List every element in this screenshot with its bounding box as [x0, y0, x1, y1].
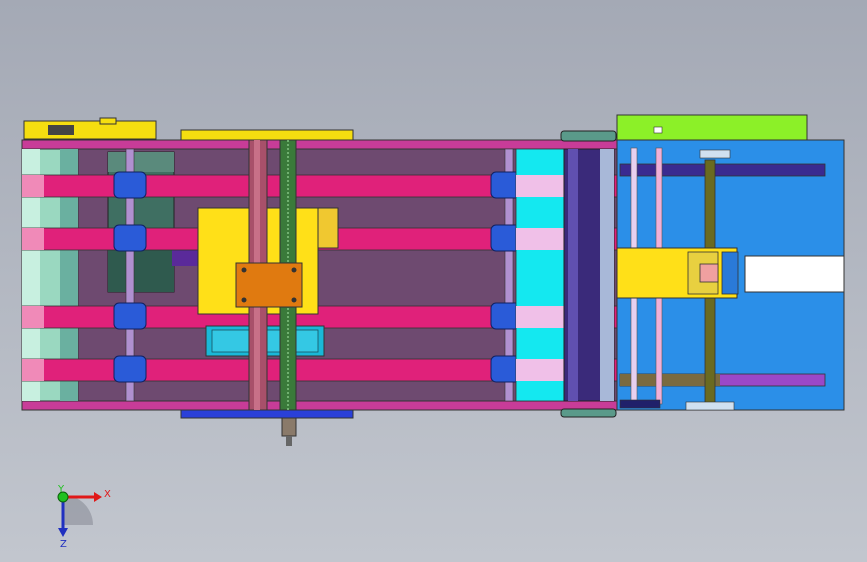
panel-bar-top — [619, 163, 826, 177]
frame-top-rail — [21, 139, 618, 150]
screw-end-stub — [281, 417, 297, 437]
bolt-icon — [241, 267, 247, 273]
x-arrow-head-icon — [94, 492, 102, 502]
x-axis-label: X — [104, 489, 111, 500]
right-roller-edge — [600, 149, 614, 401]
left-top-bracket-tab — [99, 117, 117, 125]
bolt-icon — [241, 297, 247, 303]
frame-bottom-rail — [21, 400, 618, 411]
cyan-zone-belt-1 — [516, 175, 564, 197]
left-clamp-2 — [113, 224, 147, 252]
belt-lane-4-roller-wrap — [22, 359, 44, 381]
drive-motor-cap — [108, 152, 174, 172]
side-carriage-pad — [699, 263, 719, 283]
belt-lane-1-roller-wrap — [22, 175, 44, 197]
left-top-bracket-slot — [48, 125, 74, 135]
right-roller-cap-bottom — [560, 408, 617, 418]
bottom-left-fitting — [619, 399, 661, 409]
cyan-zone-belt-2 — [516, 228, 564, 250]
motor-coupling — [172, 250, 198, 266]
left-clamp-4 — [113, 355, 147, 383]
drive-motor-base — [108, 248, 174, 292]
y-axis-label: Y — [57, 484, 65, 495]
left-clamp-3 — [113, 302, 147, 330]
bolt-icon — [291, 267, 297, 273]
conveyor-assembly[interactable] — [21, 117, 618, 446]
coordinate-triad: X Y Z — [57, 484, 111, 550]
side-white-plate — [744, 255, 845, 293]
side-carriage — [616, 247, 738, 299]
cad-viewport[interactable]: X Y Z — [0, 0, 867, 562]
right-roller-cap-top — [560, 130, 617, 142]
screw-end-pin — [286, 436, 292, 446]
z-axis-label: Z — [60, 539, 67, 550]
top-fitting — [699, 149, 731, 159]
left-top-bracket — [23, 120, 157, 140]
bolt-icon — [291, 297, 297, 303]
cad-model-view[interactable]: X Y Z — [0, 0, 867, 562]
left-clamp-1 — [113, 171, 147, 199]
belt-lane-3-roller-wrap — [22, 306, 44, 328]
carriage-side-block — [317, 207, 339, 249]
lime-bracket-slot — [653, 126, 663, 134]
top-plate — [180, 129, 354, 141]
z-arrow-head-icon — [58, 528, 68, 537]
belt-lane-2-roller-wrap — [22, 228, 44, 250]
bottom-fitting — [685, 401, 735, 411]
cyan-zone-belt-4 — [516, 359, 564, 381]
cyan-zone-belt-3 — [516, 306, 564, 328]
side-carriage-mount — [721, 251, 739, 295]
side-module[interactable] — [616, 114, 845, 411]
right-roller-highlight — [568, 149, 578, 401]
lime-top-bracket — [616, 114, 808, 141]
